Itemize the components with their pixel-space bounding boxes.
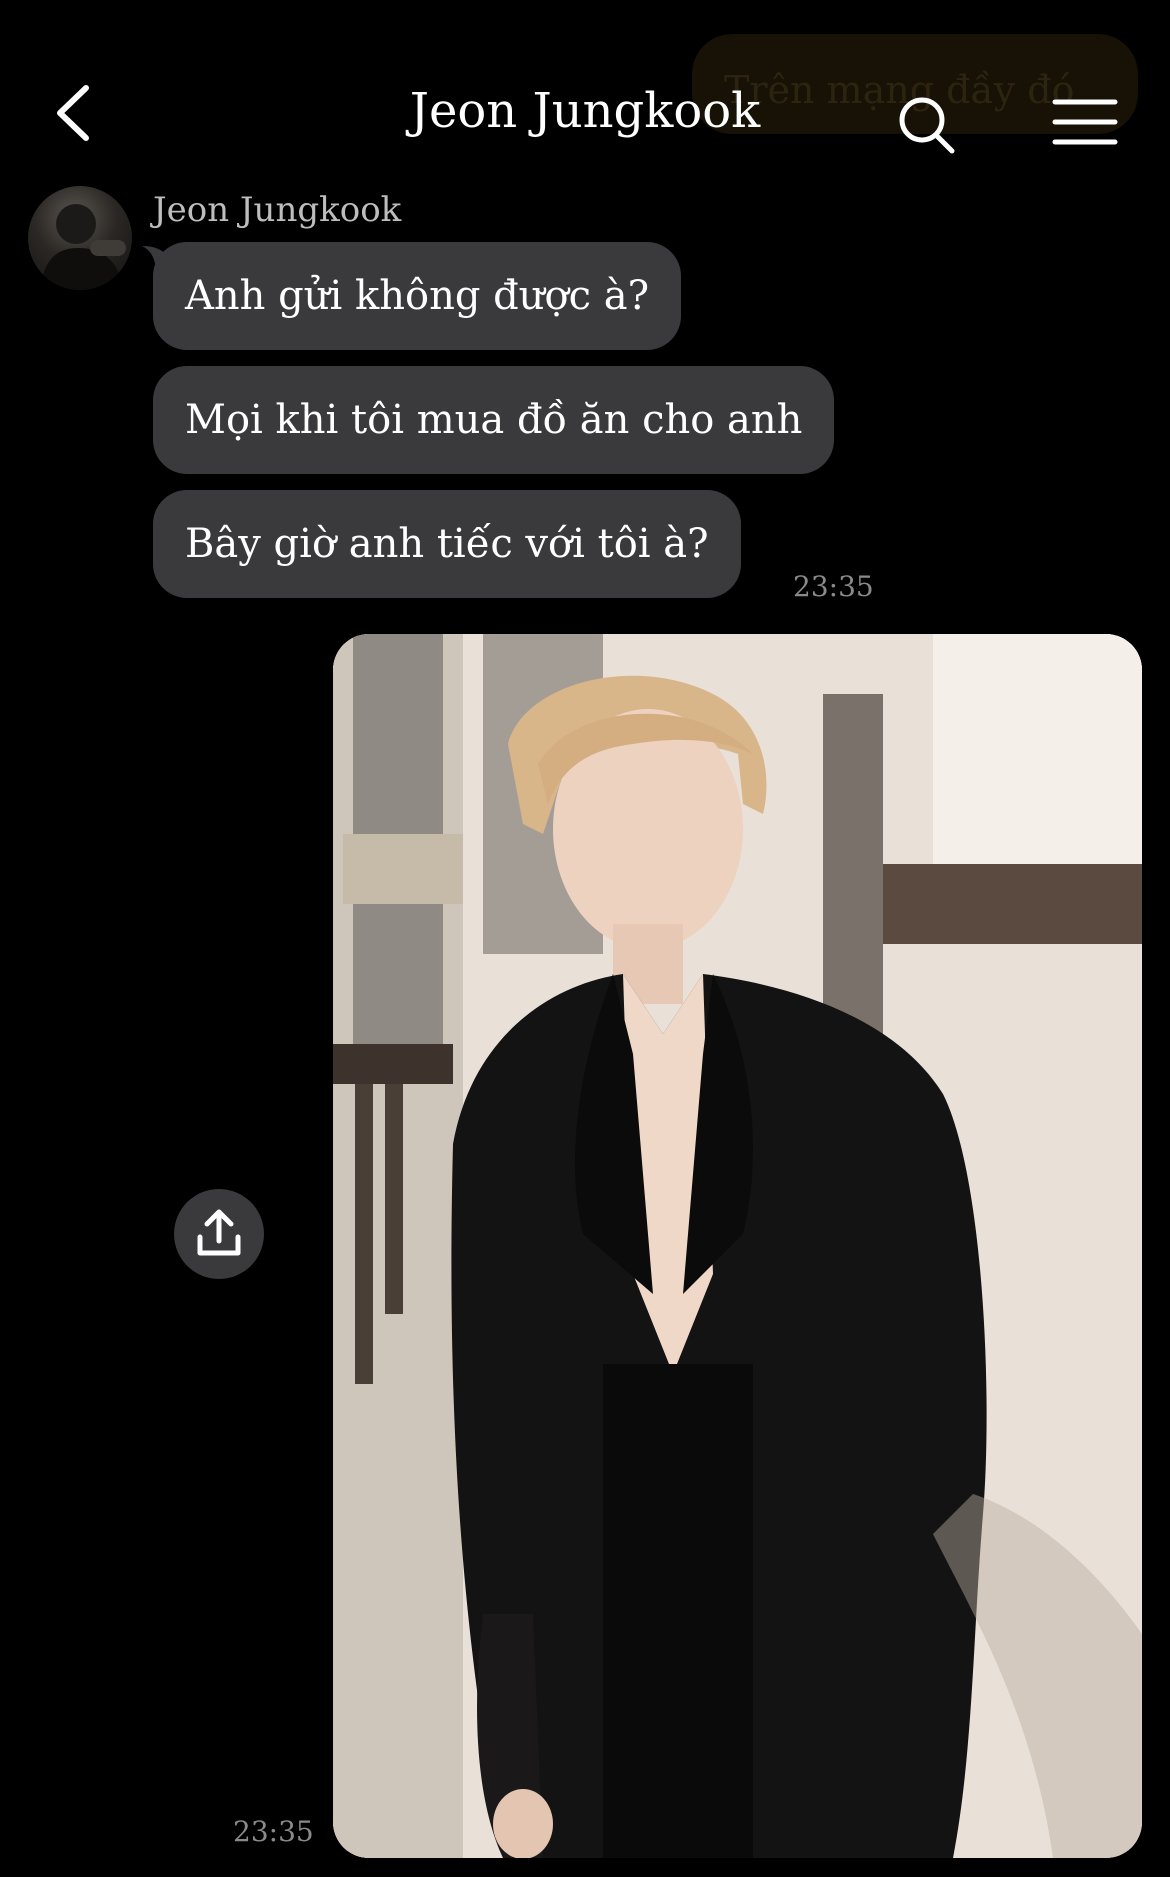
avatar[interactable] <box>28 186 132 290</box>
back-button[interactable] <box>50 78 110 148</box>
share-button[interactable] <box>174 1189 264 1279</box>
chevron-left-icon <box>57 85 89 141</box>
image-timestamp: 23:35 <box>233 1815 314 1848</box>
message-timestamp: 23:35 <box>793 570 874 603</box>
hamburger-menu-icon <box>1052 99 1118 145</box>
sender-name: Jeon Jungkook <box>153 190 402 230</box>
search-icon <box>899 97 955 154</box>
avatar-image <box>40 204 126 290</box>
message-bubble[interactable]: Mọi khi tôi mua đồ ăn cho anh <box>153 366 835 474</box>
search-button[interactable] <box>892 92 962 162</box>
menu-button[interactable] <box>1052 98 1118 148</box>
share-upload-icon <box>197 1209 241 1256</box>
sent-photo[interactable] <box>333 634 1142 1858</box>
photo-person-image <box>333 634 1142 1858</box>
message-bubble[interactable]: Bây giờ anh tiếc với tôi à? <box>153 490 741 598</box>
chat-title: Jeon Jungkook <box>409 83 761 139</box>
message-bubble[interactable]: Anh gửi không được à? <box>153 242 682 350</box>
